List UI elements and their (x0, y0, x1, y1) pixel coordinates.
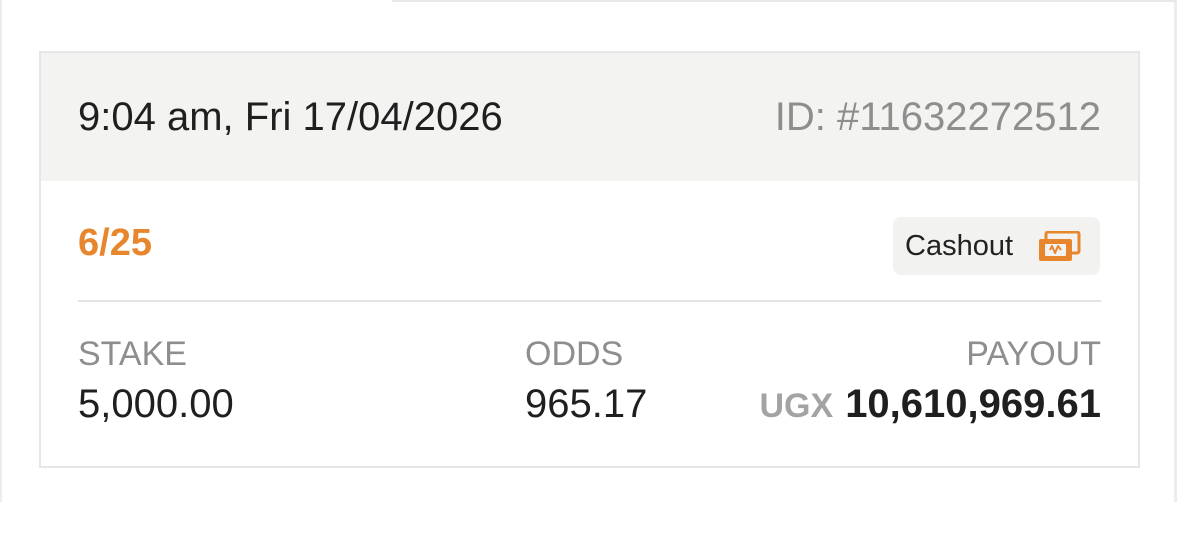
left-edge-divider (0, 0, 2, 502)
stake-value: 5,000.00 (78, 382, 234, 426)
right-edge-divider (1174, 0, 1177, 502)
top-edge-divider (392, 0, 1177, 2)
payout-label: PAYOUT (966, 335, 1101, 373)
selections-count: 6/25 (78, 222, 152, 264)
cashout-button[interactable]: Cashout (893, 217, 1100, 275)
screen: 9:04 am, Fri 17/04/2026 ID: #11632272512… (0, 0, 1179, 544)
cashout-label: Cashout (905, 230, 1014, 262)
payout-amount: 10,610,969.61 (845, 382, 1101, 426)
payout-currency: UGX (759, 387, 834, 425)
bet-card[interactable]: 9:04 am, Fri 17/04/2026 ID: #11632272512… (39, 51, 1140, 468)
cashout-money-icon (1037, 230, 1081, 263)
odds-value: 965.17 (525, 382, 648, 426)
stake-label: STAKE (78, 335, 187, 373)
odds-label: ODDS (525, 335, 624, 373)
payout-value: UGX 10,610,969.61 (760, 383, 1102, 427)
bet-date-time: 9:04 am, Fri 17/04/2026 (78, 95, 503, 139)
summary-divider (78, 300, 1101, 302)
bet-card-header: 9:04 am, Fri 17/04/2026 ID: #11632272512 (41, 53, 1138, 181)
bet-id: ID: #11632272512 (774, 95, 1101, 139)
